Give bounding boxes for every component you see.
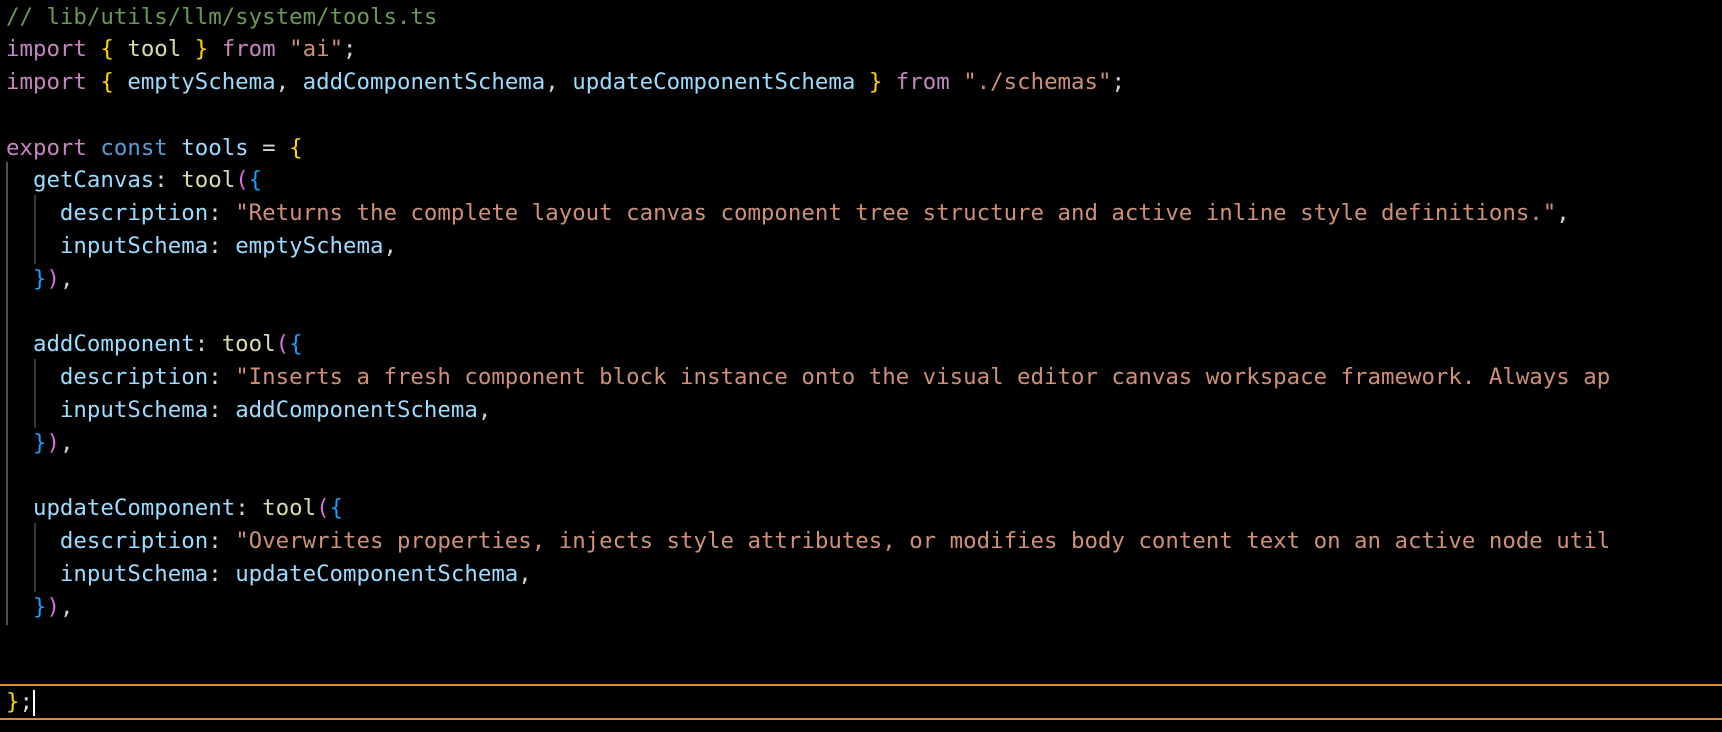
input-schema-key: inputSchema [59,233,209,259]
const-keyword: const [100,135,168,161]
code-line-9[interactable]: }), [0,261,1722,297]
export-keyword: export [6,135,87,161]
code-line-1[interactable]: // lib/utils/llm/system/tools.ts [0,0,1722,35]
input-schema-key: inputSchema [59,561,209,587]
code-line-16[interactable]: updateComponent: tool({ [0,490,1722,526]
current-line[interactable]: }; [0,684,1722,720]
closing-brace: } [6,689,20,715]
code-line-17[interactable]: description: "Overwrites properties, inj… [0,523,1722,559]
import-keyword: import [6,69,87,95]
import-keyword: import [6,36,87,62]
code-line-4[interactable] [0,97,1722,133]
description-string: "Inserts a fresh component block instanc… [235,364,1611,390]
code-line-10[interactable] [0,294,1722,330]
code-line-11[interactable]: addComponent: tool({ [0,326,1722,362]
imported-empty-schema: emptySchema [127,69,276,95]
code-line-19[interactable]: }), [0,589,1722,625]
semicolon: ; [1111,69,1125,95]
file-path-comment: // lib/utils/llm/system/tools.ts [6,4,438,30]
input-schema-value: emptySchema [235,233,384,259]
close-brace: } [194,36,209,62]
module-source: "ai" [289,36,344,62]
from-keyword: from [895,69,950,95]
imported-tool: tool [127,36,182,62]
imported-add-component-schema: addComponentSchema [302,69,546,95]
description-string: "Overwrites properties, injects style at… [235,528,1611,554]
tool-key: getCanvas [32,167,155,193]
tools-variable: tools [181,135,249,161]
description-string: "Returns the complete layout canvas comp… [235,200,1557,226]
tool-function: tool [262,495,317,521]
module-source: "./schemas" [963,69,1112,95]
input-schema-value: updateComponentSchema [235,561,519,587]
open-brace: { [289,135,303,161]
description-key: description [59,528,209,554]
code-line-12[interactable]: description: "Inserts a fresh component … [0,359,1722,395]
input-schema-key: inputSchema [59,397,209,423]
imported-update-component-schema: updateComponentSchema [572,69,856,95]
from-keyword: from [221,36,276,62]
semicolon: ; [343,36,357,62]
code-line-6[interactable]: getCanvas: tool({ [0,162,1722,198]
text-cursor [32,689,35,716]
open-brace: { [100,36,114,62]
tool-key: updateComponent [32,495,236,521]
tool-function: tool [221,331,276,357]
code-line-18[interactable]: inputSchema: updateComponentSchema, [0,556,1722,592]
code-line-3[interactable]: import { emptySchema, addComponentSchema… [0,64,1722,100]
description-key: description [59,364,209,390]
tool-key: addComponent [32,331,195,357]
open-brace: { [100,69,114,95]
code-editor[interactable]: // lib/utils/llm/system/tools.ts import … [0,0,1722,732]
tool-function: tool [181,167,236,193]
input-schema-value: addComponentSchema [235,397,478,423]
description-key: description [59,200,209,226]
code-line-2[interactable]: import { tool } from "ai"; [0,31,1722,67]
code-line-8[interactable]: inputSchema: emptySchema, [0,228,1722,264]
close-brace: } [868,69,883,95]
code-line-7[interactable]: description: "Returns the complete layou… [0,195,1722,231]
code-line-13[interactable]: inputSchema: addComponentSchema, [0,392,1722,428]
code-line-5[interactable]: export const tools = { [0,130,1722,166]
code-line-14[interactable]: }), [0,425,1722,461]
code-line-15[interactable] [0,458,1722,494]
